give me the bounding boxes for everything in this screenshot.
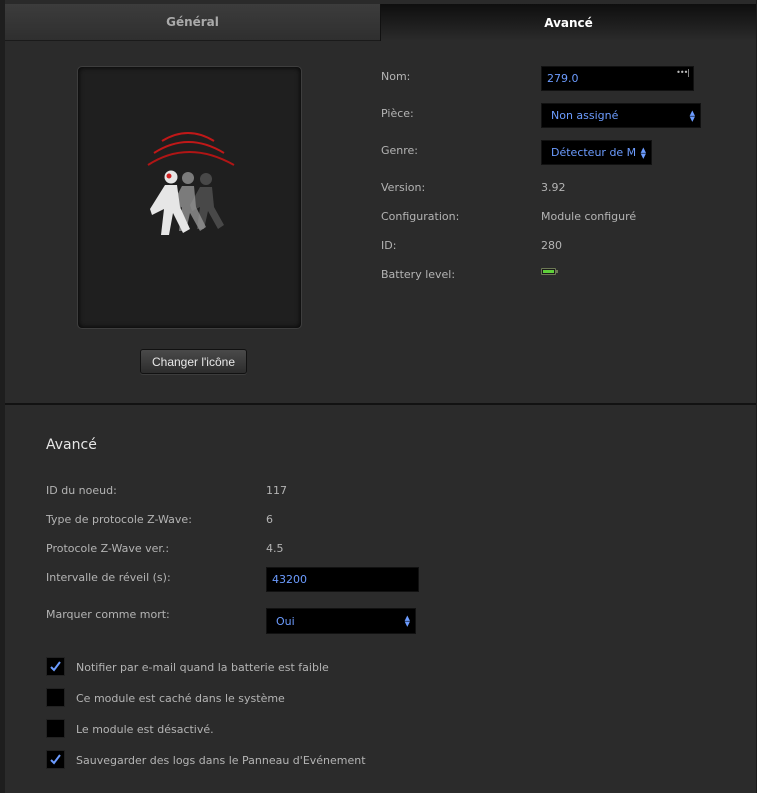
type-label: Genre: [381, 144, 419, 157]
wake-interval-value: 43200 [272, 573, 307, 586]
type-select[interactable]: Détecteur de M ▲ ▼ [541, 140, 652, 165]
hidden-module-label: Ce module est caché dans le système [76, 692, 285, 705]
name-input[interactable]: 279.0 •••| [541, 66, 694, 91]
protocol-type-value: 6 [266, 513, 273, 526]
hidden-module-checkbox[interactable] [46, 688, 65, 707]
node-id-value: 117 [266, 484, 287, 497]
protocol-ver-value: 4.5 [266, 542, 284, 555]
battery-fill [543, 270, 554, 273]
tab-advanced[interactable]: Avancé [380, 4, 756, 41]
configuration-label: Configuration: [381, 210, 460, 223]
notify-battery-checkbox[interactable] [46, 657, 65, 676]
checkmark-icon [50, 754, 61, 765]
name-label: Nom: [381, 70, 411, 83]
device-icon-frame [77, 66, 302, 329]
version-value: 3.92 [541, 181, 566, 194]
mark-dead-label: Marquer comme mort: [46, 608, 170, 621]
select-arrows-icon: ▲ ▼ [640, 145, 646, 160]
wake-interval-input[interactable]: 43200 [266, 567, 419, 592]
room-select[interactable]: Non assigné ▲ ▼ [541, 103, 701, 128]
section-title: Avancé [46, 437, 97, 453]
select-arrows-icon: ▲ ▼ [689, 108, 695, 123]
motion-sensor-icon [147, 132, 235, 235]
change-icon-button[interactable]: Changer l'icône [140, 349, 247, 374]
disabled-module-label: Le module est désactivé. [76, 723, 214, 736]
node-id-label: ID du noeud: [46, 484, 117, 497]
protocol-type-label: Type de protocole Z-Wave: [46, 513, 192, 526]
room-select-value: Non assigné [551, 109, 619, 122]
more-icon[interactable]: •••| [676, 68, 690, 77]
room-label: Pièce: [381, 107, 414, 120]
battery-label: Battery level: [381, 268, 456, 281]
mark-dead-select-value: Oui [276, 614, 295, 628]
save-logs-label: Sauvegarder des logs dans le Panneau d'E… [76, 754, 366, 767]
wake-interval-label: Intervalle de réveil (s): [46, 571, 171, 584]
checkmark-icon [50, 661, 61, 672]
configuration-value: Module configuré [541, 210, 637, 223]
mark-dead-select[interactable]: Oui ▲ ▼ [266, 608, 416, 634]
tab-general[interactable]: Général [5, 4, 380, 41]
notify-battery-label: Notifier par e-mail quand la batterie es… [76, 661, 329, 674]
version-label: Version: [381, 181, 426, 194]
disabled-module-checkbox[interactable] [46, 719, 65, 738]
select-arrows-icon: ▲ ▼ [404, 614, 410, 628]
protocol-ver-label: Protocole Z-Wave ver.: [46, 542, 170, 555]
battery-tip [556, 270, 558, 273]
type-select-value: Détecteur de M [551, 146, 637, 159]
tab-bar: Général Avancé [5, 4, 756, 41]
id-label: ID: [381, 239, 397, 252]
name-input-value: 279.0 [547, 72, 579, 85]
battery-icon [541, 268, 558, 275]
id-value: 280 [541, 239, 562, 252]
save-logs-checkbox[interactable] [46, 750, 65, 769]
